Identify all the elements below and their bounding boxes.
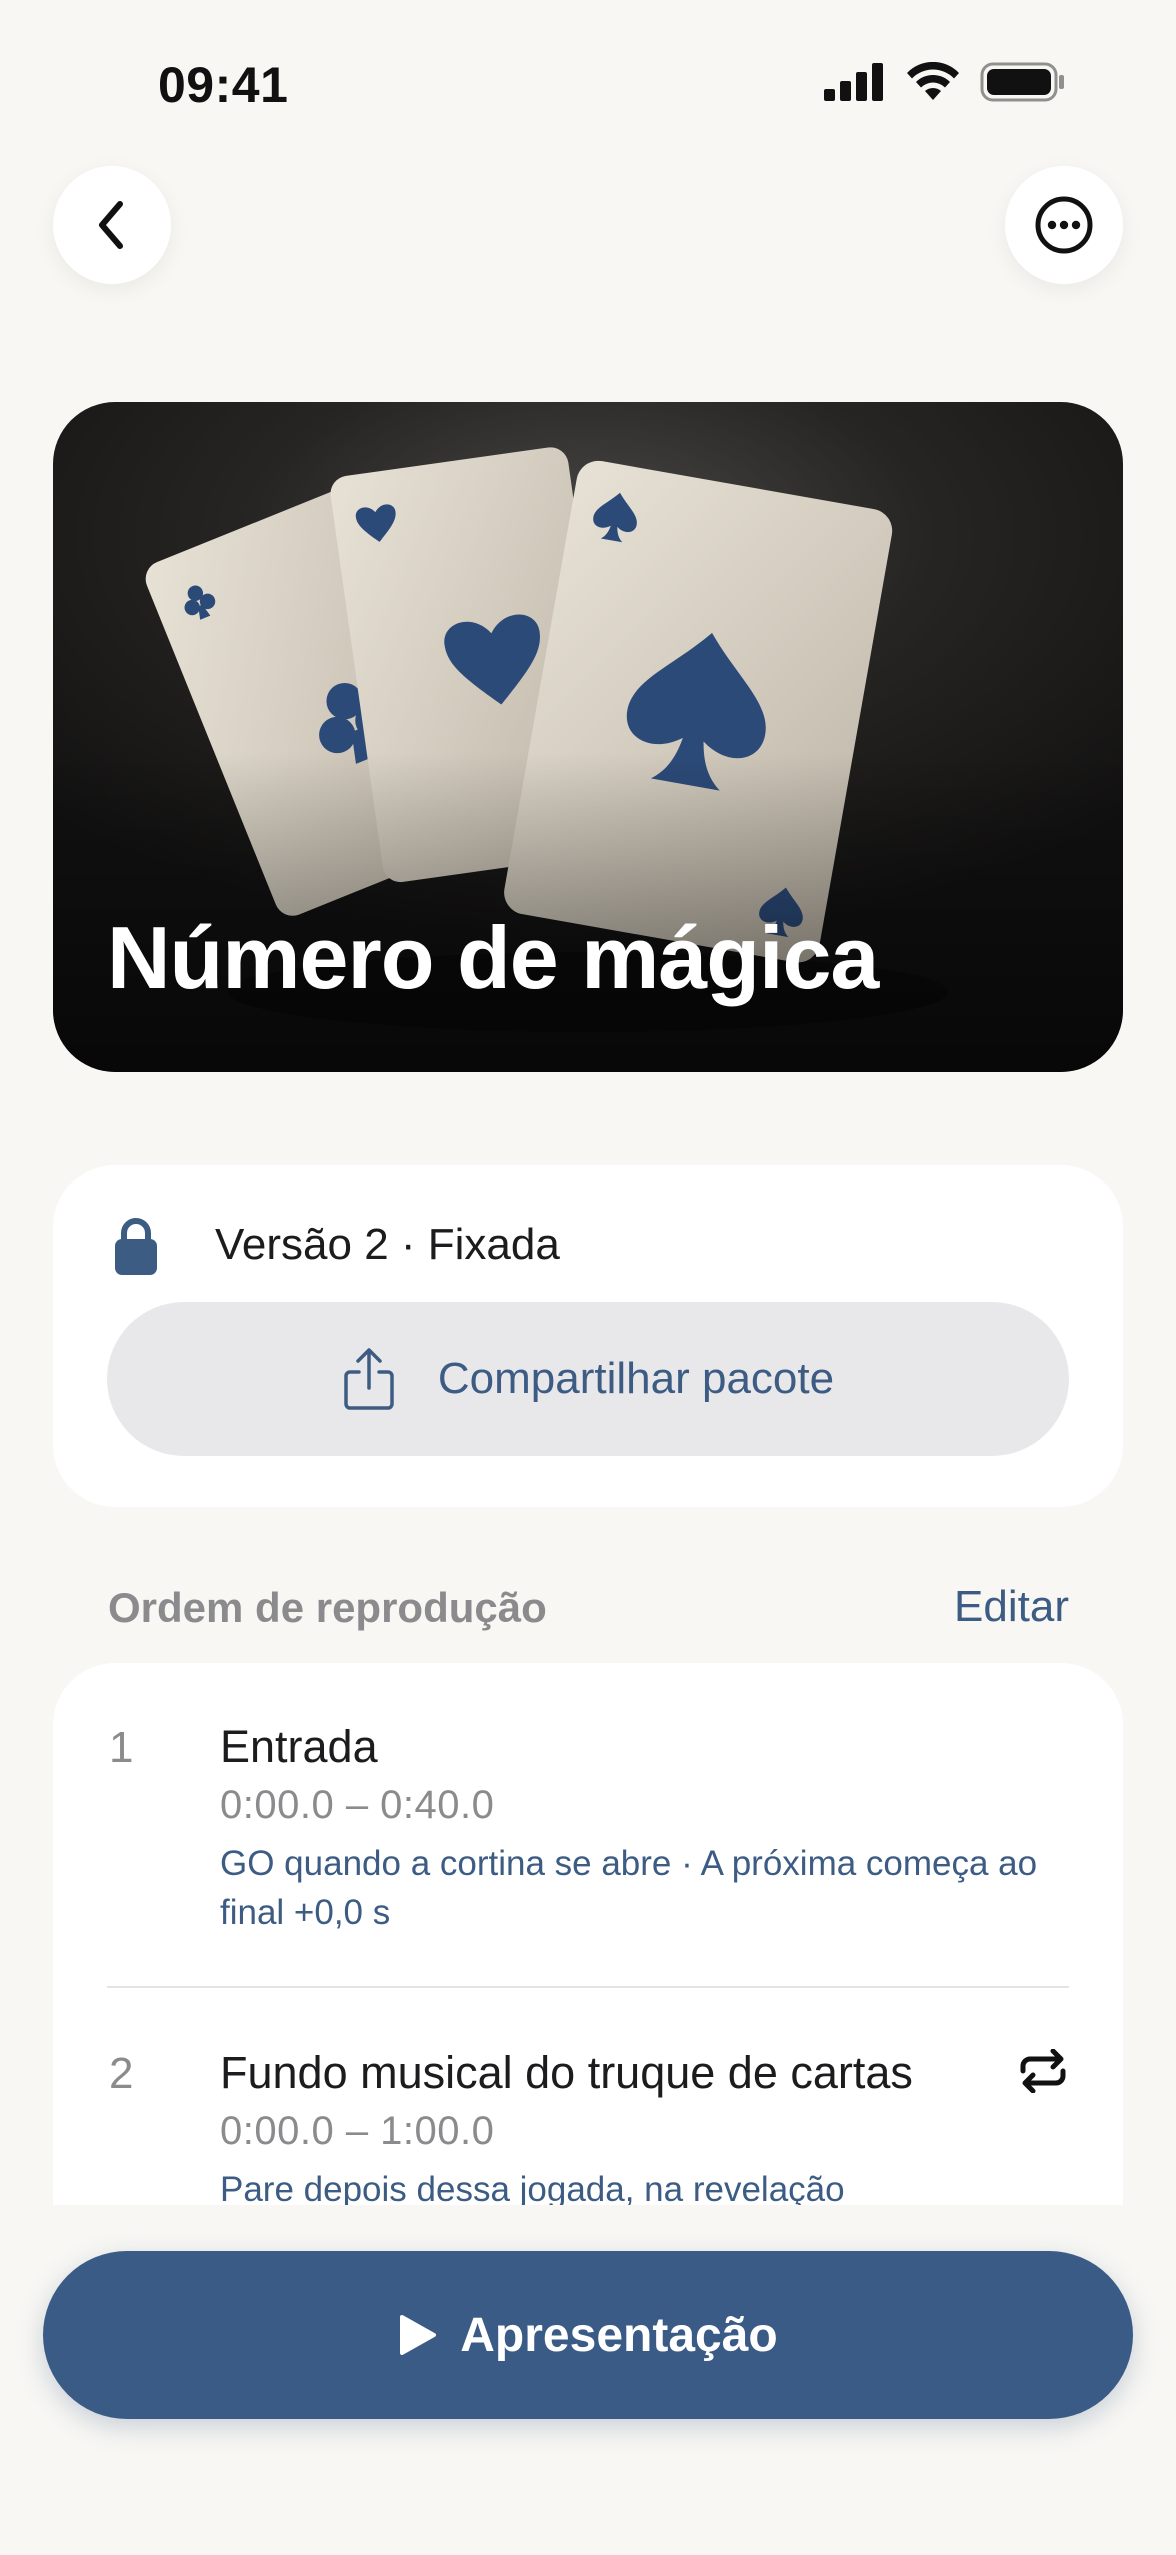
play-icon: [400, 2315, 437, 2355]
share-package-label: Compartilhar pacote: [437, 1354, 835, 1403]
edit-button[interactable]: Editar: [954, 1582, 1069, 1632]
version-label: Versão 2 · Fixada: [215, 1220, 560, 1269]
share-icon: [344, 1348, 394, 1410]
list-item[interactable]: 1 Entrada 0:00.0 – 0:40.0 GO quando a co…: [53, 1663, 1123, 1989]
status-time: 09:41: [158, 57, 289, 113]
screen: 09:41 Número de mágica Versão 2 · Fixada…: [0, 0, 1176, 2555]
more-button[interactable]: [1005, 166, 1123, 284]
share-package-button[interactable]: Compartilhar pacote: [107, 1302, 1069, 1456]
play-presentation-label: Apresentação: [460, 2308, 778, 2362]
item-time: 0:00.0 – 1:00.0: [220, 2109, 495, 2153]
item-title: Entrada: [220, 1721, 378, 1772]
item-note: GO quando a cortina se abre · A próxima …: [220, 1844, 1038, 1932]
lock-icon: [115, 1218, 157, 1275]
page-title: Número de mágica: [107, 908, 879, 1007]
hero-banner: Número de mágica: [53, 402, 1123, 1072]
item-time: 0:00.0 – 0:40.0: [220, 1783, 495, 1827]
item-number: 1: [109, 1723, 134, 1772]
divider: [107, 1986, 1069, 1988]
signal-icon: [824, 63, 883, 101]
playlist-section-title: Ordem de reprodução: [108, 1584, 547, 1631]
version-card: Versão 2 · Fixada Compartilhar pacote: [53, 1165, 1123, 1507]
item-title: Fundo musical do truque de cartas: [220, 2047, 913, 2098]
chevron-left-icon: [99, 201, 123, 249]
back-button[interactable]: [53, 166, 171, 284]
ellipsis-circle-icon: [1035, 196, 1093, 254]
wifi-icon: [907, 62, 959, 100]
battery-icon: [980, 62, 1064, 102]
play-presentation-button[interactable]: Apresentação: [43, 2251, 1133, 2419]
repeat-icon: [1020, 2049, 1066, 2093]
item-number: 2: [109, 2049, 134, 2098]
status-icons: [824, 62, 1066, 102]
